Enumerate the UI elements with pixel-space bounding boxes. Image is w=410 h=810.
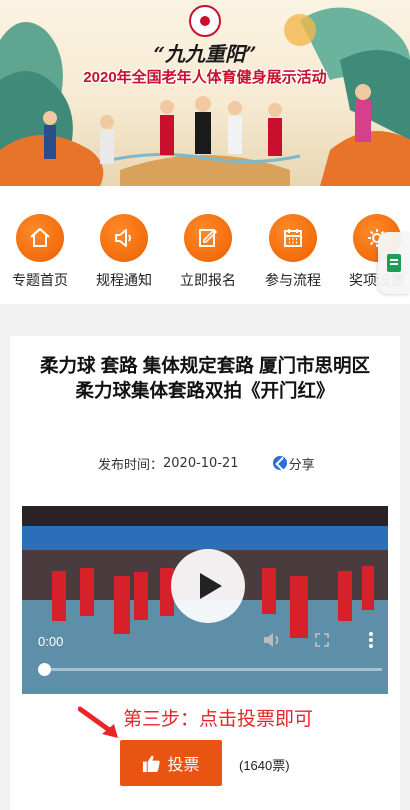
share-button[interactable]: 分享 (272, 454, 315, 473)
vote-button-label: 投票 (167, 757, 200, 774)
nav-item-notice[interactable]: 规程通知 (84, 214, 164, 294)
video-player[interactable]: 0:00 (22, 506, 388, 694)
thumbs-up-icon (143, 755, 161, 772)
article-meta: 发布时间： 2020-10-21 分享 (98, 453, 315, 473)
banner-subtitle: “九九重阳” (153, 42, 257, 66)
banner-title: 2020年全国老年人体育健身展示活动 (83, 69, 327, 86)
floating-doc-button[interactable] (378, 232, 410, 294)
vote-hint: 第三步：点击投票即可 (123, 709, 314, 730)
video-progress-knob[interactable] (38, 663, 51, 676)
nav-label: 专题首页 (12, 272, 68, 288)
vote-count: (1640票) (239, 758, 290, 773)
document-icon (387, 254, 401, 272)
article-title-line2: 柔力球集体套路双拍《开门红》 (75, 380, 335, 401)
page: “九九重阳” 2020年全国老年人体育健身展示活动 专题首页 规程通知 立即报名 (0, 0, 410, 810)
article-card: 柔力球 套路 集体规定套路 厦门市思明区 柔力球集体套路双拍《开门红》 发布时间… (10, 336, 400, 810)
nav-item-process[interactable]: 参与流程 (253, 214, 333, 294)
edit-icon (184, 214, 232, 262)
calendar-icon (269, 214, 317, 262)
nav-item-signup[interactable]: 立即报名 (168, 214, 248, 294)
video-progress-track[interactable] (46, 668, 382, 671)
volume-icon[interactable] (262, 631, 282, 649)
share-icon (272, 456, 287, 470)
article-title-line1: 柔力球 套路 集体规定套路 厦门市思明区 (40, 355, 370, 376)
play-button[interactable] (171, 549, 245, 623)
published-date: 2020-10-21 (163, 455, 239, 471)
video-current-time: 0:00 (38, 634, 64, 649)
nav-label: 参与流程 (265, 272, 321, 288)
more-options-icon[interactable] (368, 631, 374, 649)
fullscreen-icon[interactable] (315, 633, 329, 647)
published-label: 发布时间： (98, 457, 164, 473)
nav-label: 规程通知 (96, 272, 152, 288)
emblem-icon (189, 5, 221, 37)
arrow-icon (78, 706, 118, 738)
speaker-icon (100, 214, 148, 262)
feature-nav: 专题首页 规程通知 立即报名 参与流程 奖项设置 (0, 186, 410, 304)
article-title: 柔力球 套路 集体规定套路 厦门市思明区 柔力球集体套路双拍《开门红》 (10, 353, 400, 403)
nav-label: 立即报名 (180, 272, 236, 288)
nav-item-home[interactable]: 专题首页 (0, 214, 80, 294)
vote-button[interactable]: 投票 (120, 740, 222, 786)
event-banner: “九九重阳” 2020年全国老年人体育健身展示活动 (0, 0, 410, 186)
share-label: 分享 (288, 457, 315, 473)
home-icon (16, 214, 64, 262)
